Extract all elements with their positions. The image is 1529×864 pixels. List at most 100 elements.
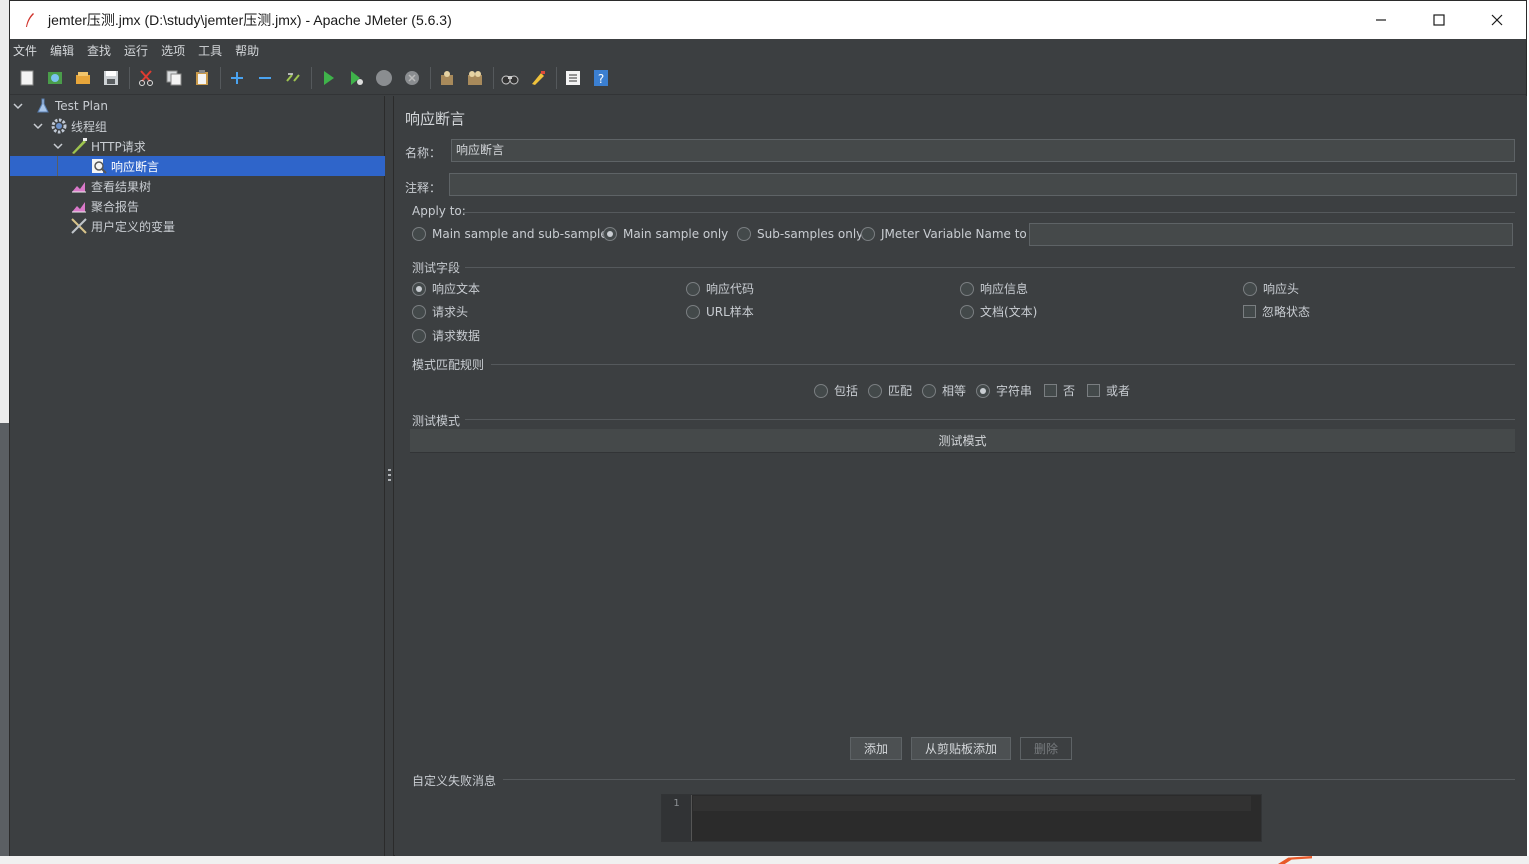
rule-equals-radio[interactable]: 相等 <box>922 382 966 399</box>
delete-button: 删除 <box>1020 737 1072 760</box>
add-button[interactable]: 添加 <box>850 737 902 760</box>
tree-node-label: 查看结果树 <box>91 179 152 194</box>
tree-node-label: 用户定义的变量 <box>91 219 176 234</box>
tree-node-user-defined-variables[interactable]: 用户定义的变量 <box>70 216 382 236</box>
apply-main-and-sub-radio[interactable]: Main sample and sub-samples <box>412 227 614 241</box>
toggle-icon[interactable] <box>282 67 304 89</box>
menu-run[interactable]: 运行 <box>124 42 148 59</box>
line-number: 1 <box>662 795 692 841</box>
close-button[interactable] <box>1468 1 1526 39</box>
rule-not-checkbox[interactable]: 否 <box>1044 382 1075 399</box>
listener-icon <box>70 197 88 215</box>
jmeter-feather-icon <box>22 12 38 28</box>
sampler-icon <box>70 137 88 155</box>
chevron-down-icon[interactable] <box>52 140 64 152</box>
tree-node-label: Test Plan <box>55 99 108 113</box>
ignore-status-checkbox[interactable]: 忽略状态 <box>1243 303 1310 320</box>
menu-search[interactable]: 查找 <box>87 42 111 59</box>
tree-node-label: HTTP请求 <box>91 139 146 154</box>
test-plan-icon <box>34 97 52 115</box>
tree-node-view-results-tree[interactable]: 查看结果树 <box>70 176 382 196</box>
rule-contains-radio[interactable]: 包括 <box>814 382 858 399</box>
apply-jmeter-variable-radio[interactable]: JMeter Variable Name to use <box>861 227 1052 241</box>
field-url-sample-radio[interactable]: URL样本 <box>686 303 754 320</box>
tree-node-label: 聚合报告 <box>91 199 140 214</box>
field-response-message-radio[interactable]: 响应信息 <box>960 280 1028 297</box>
chevron-down-icon[interactable] <box>12 100 24 112</box>
apply-main-only-radio[interactable]: Main sample only <box>603 227 728 241</box>
patterns-column-header[interactable]: 测试模式 <box>938 432 986 449</box>
new-icon[interactable] <box>16 67 38 89</box>
split-pane-divider[interactable] <box>385 96 394 856</box>
config-icon <box>70 217 88 235</box>
copy-icon[interactable] <box>163 67 185 89</box>
desktop-background-bottom <box>0 856 1529 864</box>
svg-text:?: ? <box>598 72 604 86</box>
expand-icon[interactable] <box>226 67 248 89</box>
patterns-title: 测试模式 <box>412 414 461 428</box>
apply-sub-only-radio[interactable]: Sub-samples only <box>737 227 863 241</box>
stop-icon[interactable] <box>373 67 395 89</box>
shutdown-icon[interactable] <box>401 67 423 89</box>
field-response-code-radio[interactable]: 响应代码 <box>686 280 754 297</box>
tree-node-label: 线程组 <box>71 119 108 134</box>
listener-icon <box>70 177 88 195</box>
jmeter-window: jemter压测.jmx (D:\study\jemter压测.jmx) - A… <box>9 0 1527 856</box>
cut-icon[interactable] <box>135 67 157 89</box>
save-icon[interactable] <box>100 67 122 89</box>
assertion-icon <box>90 157 108 175</box>
field-document-text-radio[interactable]: 文档(文本) <box>960 303 1037 320</box>
field-response-headers-radio[interactable]: 响应头 <box>1243 280 1299 297</box>
rule-or-checkbox[interactable]: 或者 <box>1087 382 1130 399</box>
tree-node-thread-group[interactable]: 线程组 <box>32 116 382 136</box>
clear-icon[interactable] <box>436 67 458 89</box>
jmeter-variable-name-field[interactable] <box>1029 223 1513 246</box>
search-icon[interactable] <box>499 67 521 89</box>
maximize-button[interactable] <box>1410 1 1468 39</box>
menu-tools[interactable]: 工具 <box>198 42 222 59</box>
reset-search-icon[interactable] <box>527 67 549 89</box>
paste-icon[interactable] <box>191 67 213 89</box>
minimize-button[interactable] <box>1352 1 1410 39</box>
chevron-down-icon[interactable] <box>32 120 44 132</box>
menu-help[interactable]: 帮助 <box>235 42 259 59</box>
menu-edit[interactable]: 编辑 <box>50 42 74 59</box>
comment-field[interactable] <box>449 173 1517 196</box>
field-request-data-radio[interactable]: 请求数据 <box>412 327 480 344</box>
start-no-pause-icon[interactable] <box>345 67 367 89</box>
start-icon[interactable] <box>317 67 339 89</box>
open-icon[interactable] <box>72 67 94 89</box>
field-response-text-radio[interactable]: 响应文本 <box>412 280 480 297</box>
title-bar: jemter压测.jmx (D:\study\jemter压测.jmx) - A… <box>10 1 1526 39</box>
rule-matches-radio[interactable]: 匹配 <box>868 382 912 399</box>
pattern-rules-title: 模式匹配规则 <box>412 358 485 372</box>
menu-bar: 文件 编辑 查找 运行 选项 工具 帮助 <box>10 39 1526 61</box>
tree-node-aggregate-report[interactable]: 聚合报告 <box>70 196 382 216</box>
patterns-table-header: 测试模式 <box>410 429 1515 453</box>
comment-label: 注释： <box>405 181 442 195</box>
field-request-headers-radio[interactable]: 请求头 <box>412 303 468 320</box>
drag-handle-icon[interactable] <box>388 469 391 483</box>
patterns-table-body[interactable] <box>410 454 1515 724</box>
function-helper-icon[interactable] <box>562 67 584 89</box>
toolbar: ? <box>10 61 1526 95</box>
clear-all-icon[interactable] <box>464 67 486 89</box>
rule-substring-radio[interactable]: 字符串 <box>976 382 1032 399</box>
response-assertion-panel: 响应断言 名称： 响应断言 注释： Apply to: Main sample … <box>395 96 1527 856</box>
minimize-icon <box>1376 19 1386 21</box>
desktop-background <box>0 0 9 864</box>
menu-file[interactable]: 文件 <box>13 42 37 59</box>
tree-node-label: 响应断言 <box>111 159 160 174</box>
help-icon[interactable]: ? <box>590 67 612 89</box>
tree-node-http-request[interactable]: HTTP请求 <box>52 136 382 156</box>
tree-node-response-assertion[interactable]: 响应断言 <box>10 156 385 176</box>
failure-message-editor[interactable]: 1 <box>661 794 1262 842</box>
tree-node-test-plan[interactable]: Test Plan <box>12 96 382 116</box>
name-label: 名称： <box>405 146 442 160</box>
name-field[interactable]: 响应断言 <box>451 139 1515 162</box>
add-from-clipboard-button[interactable]: 从剪贴板添加 <box>911 737 1011 760</box>
templates-icon[interactable] <box>44 67 66 89</box>
collapse-icon[interactable] <box>254 67 276 89</box>
menu-options[interactable]: 选项 <box>161 42 185 59</box>
test-field-title: 测试字段 <box>412 261 461 275</box>
